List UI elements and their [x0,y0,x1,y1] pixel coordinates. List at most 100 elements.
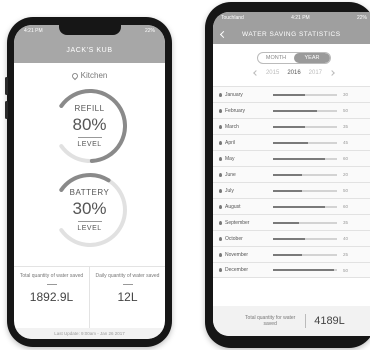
month-name: May [225,155,235,162]
month-bar-fill [273,141,309,144]
month-name: July [225,187,234,194]
month-value: 30 [343,92,349,97]
month-name: September [225,219,250,226]
month-row[interactable]: January 30 [213,86,370,102]
year-current[interactable]: 2016 [287,70,300,76]
totals-panel: Total quantity of water saved 1892.9L Da… [14,266,165,328]
month-row[interactable]: August 60 [213,198,370,214]
water-drop-icon [219,220,222,225]
year-next[interactable]: 2017 [309,70,322,76]
month-row[interactable]: February 50 [213,102,370,118]
divider [122,283,133,285]
divider [46,283,57,285]
month-name: December [225,267,249,273]
total-saved: Total quantity of water saved 1892.9L [14,267,89,328]
location-label: Kitchen [80,71,108,80]
month-name: August [225,203,241,210]
period-toggle[interactable]: MONTH YEAR [257,52,331,64]
month-row[interactable]: March 35 [213,118,370,134]
month-bar-track [273,125,337,128]
daily-saved-label: Daily quantity of water saved [95,273,160,279]
month-name: January [225,91,243,98]
month-row[interactable]: November 25 [213,246,370,262]
month-bar-fill [273,173,302,176]
month-bar-track [273,221,337,224]
month-bar-track [273,93,337,96]
gauge-divider [77,137,102,138]
month-bar-fill [273,253,302,256]
year-prev[interactable]: 2015 [266,70,279,76]
status-battery: 22% [356,15,367,21]
month-bar-fill [273,157,326,160]
refill-gauge: REFILL 80% LEVEL [40,86,140,166]
month-row[interactable]: May 60 [213,150,370,166]
water-drop-icon [219,188,222,193]
map-pin-icon [70,71,79,80]
month-bar-fill [273,109,317,112]
gauge-subtitle: LEVEL [77,225,102,232]
gauge-value: 80% [72,115,107,134]
month-row[interactable]: October 40 [213,230,370,246]
water-drop-icon [219,124,222,129]
monthly-list: January 30 February 50 March 35 April 45 May 60 Ju… [213,86,370,278]
phone-left: 4:21 PM 22% JACK'S KUB Kitchen REFILL 80… [5,17,172,347]
month-value: 40 [343,236,349,241]
month-row[interactable]: July 50 [213,182,370,198]
month-bar-fill [273,93,305,96]
gauge-subtitle: LEVEL [77,141,102,148]
month-name: April [225,139,236,146]
month-name: November [225,251,249,258]
total-label: Total quantity for water saved [245,314,296,328]
gauge-title: BATTERY [69,188,110,197]
month-value: 35 [343,220,349,225]
month-value: 35 [343,124,349,129]
month-row[interactable]: September 35 [213,214,370,230]
status-carrier: Touchland [221,15,244,21]
notch [58,25,121,35]
volume-button [5,77,8,95]
toggle-month[interactable]: MONTH [258,53,294,63]
water-drop-icon [219,172,222,177]
daily-saved: Daily quantity of water saved 12L [89,267,165,328]
screen-left: 4:21 PM 22% JACK'S KUB Kitchen REFILL 80… [14,25,165,339]
month-value: 20 [343,172,349,177]
month-value: 60 [343,156,349,161]
month-bar-track [273,141,337,144]
divider [305,314,307,328]
month-bar-fill [273,205,326,208]
month-bar-track [273,157,337,160]
month-value: 50 [343,108,349,113]
water-drop-icon [219,268,222,272]
month-bar-track [273,205,337,208]
month-bar-track [273,173,337,176]
year-selector: 2015 2016 2017 [213,70,370,76]
water-drop-icon [219,92,222,97]
month-value: 60 [343,204,349,209]
prev-year-icon[interactable] [253,70,259,76]
total-saved-value: 1892.9L [29,289,74,304]
next-year-icon[interactable] [329,70,335,76]
screen-right: Touchland 4:21 PM 22% WATER SAVING STATI… [213,12,370,336]
header-title: JACK'S KUB [14,37,165,63]
total-saved-label: Total quantity of water saved [19,273,84,279]
month-row[interactable]: April 45 [213,134,370,150]
gauge-title: REFILL [74,104,105,113]
total-panel: Total quantity for water saved 4189L [213,306,370,336]
status-time: 4:21 PM [291,15,310,21]
month-name: March [225,123,239,130]
month-row[interactable]: June 20 [213,166,370,182]
month-name: June [225,171,236,178]
gauge-value: 30% [72,199,107,218]
month-name: February [225,107,246,114]
month-bar-track [273,253,337,256]
month-name: October [225,235,243,242]
toggle-year[interactable]: YEAR [294,53,330,63]
month-row[interactable]: December 50 [213,262,370,278]
month-bar-fill [273,125,305,128]
water-drop-icon [219,252,222,257]
back-chevron-icon[interactable] [219,30,228,38]
month-bar-track [273,269,337,271]
water-drop-icon [219,156,222,161]
location-selector[interactable]: Kitchen [14,71,165,80]
status-battery: 22% [144,28,155,34]
